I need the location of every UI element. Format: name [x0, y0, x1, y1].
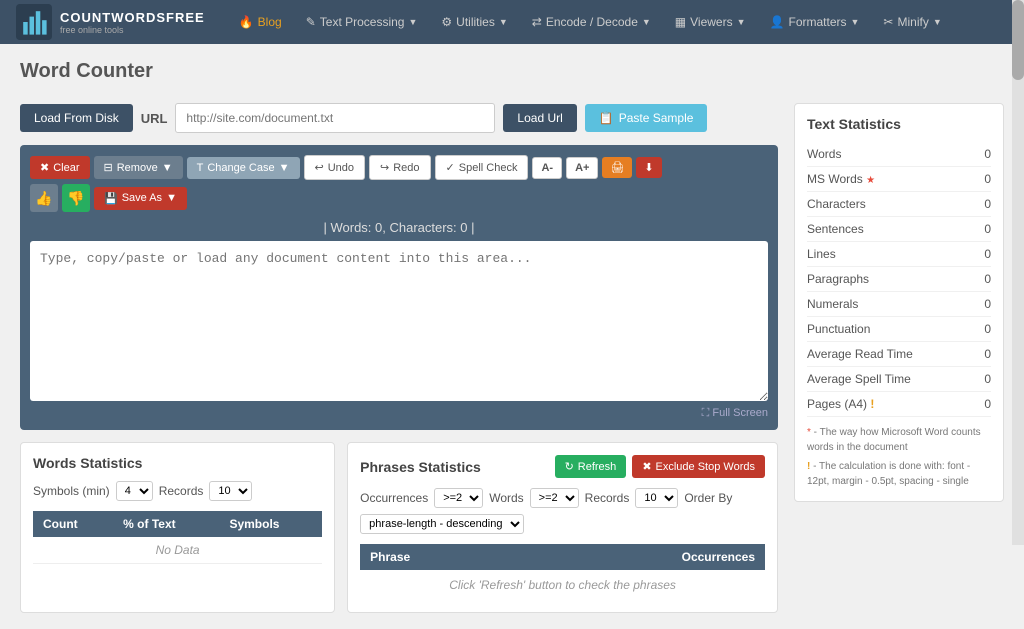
- stat-punctuation: Punctuation 0: [807, 317, 991, 342]
- main-left: Load From Disk URL Load Url 📋 Paste Samp…: [20, 103, 778, 613]
- nav-viewers[interactable]: ▦ Viewers ▼: [665, 9, 756, 35]
- phrases-buttons: ↻ Refresh ✖ Exclude Stop Words: [555, 455, 765, 478]
- col-count: Count: [33, 511, 113, 537]
- nav-minify[interactable]: ✂ Minify ▼: [873, 9, 951, 35]
- col-pct: % of Text: [113, 511, 219, 537]
- exclude-stop-words-button[interactable]: ✖ Exclude Stop Words: [632, 455, 765, 478]
- load-from-disk-button[interactable]: Load From Disk: [20, 104, 133, 132]
- sidebar-notes: * - The way how Microsoft Word counts wo…: [807, 425, 991, 489]
- col-occurrences: Occurrences: [519, 544, 765, 570]
- remove-button[interactable]: ⊟ Remove ▼: [94, 156, 183, 179]
- stat-numerals: Numerals 0: [807, 292, 991, 317]
- phrases-statistics-panel: Phrases Statistics ↻ Refresh ✖ Exclude S…: [347, 442, 778, 613]
- nav-links: 🔥 Blog ✎ Text Processing ▼ ⚙ Utilities ▼…: [229, 9, 1008, 35]
- phrases-no-data-row: Click 'Refresh' button to check the phra…: [360, 570, 765, 600]
- undo-button[interactable]: ↩ Undo: [304, 155, 366, 180]
- col-symbols: Symbols: [219, 511, 322, 537]
- brand: COUNTWORDSFREE free online tools: [16, 4, 205, 40]
- sidebar-title: Text Statistics: [807, 116, 991, 132]
- phrases-records-select[interactable]: 1020: [635, 488, 678, 508]
- font-size-increase-button[interactable]: A+: [566, 157, 598, 179]
- brand-logo: [16, 4, 52, 40]
- text-statistics-sidebar: Text Statistics Words 0 MS Words ★ 0 Cha…: [794, 103, 1004, 502]
- col-phrase: Phrase: [360, 544, 518, 570]
- phrases-header: Phrases Statistics ↻ Refresh ✖ Exclude S…: [360, 455, 765, 478]
- scrollbar[interactable]: [1012, 0, 1024, 545]
- nav-utilities[interactable]: ⚙ Utilities ▼: [431, 9, 517, 35]
- clear-button[interactable]: ✖ Clear: [30, 156, 90, 179]
- brand-name: COUNTWORDSFREE: [60, 10, 205, 25]
- redo-button[interactable]: ↪ Redo: [369, 155, 431, 180]
- toolbar-right: 👍 👎 💾 Save As ▼: [30, 184, 187, 212]
- words-stats-controls: Symbols (min) 4235 Records 102050: [33, 481, 322, 501]
- url-label: URL: [141, 111, 168, 126]
- editor-textarea[interactable]: [30, 241, 768, 401]
- stat-characters: Characters 0: [807, 192, 991, 217]
- scrollbar-thumb[interactable]: [1012, 0, 1024, 80]
- nav-encode-decode[interactable]: ⇄ Encode / Decode ▼: [522, 9, 661, 35]
- symbols-min-select[interactable]: 4235: [116, 481, 153, 501]
- stat-pages-a4: Pages (A4) ! 0: [807, 392, 991, 417]
- stat-words: Words 0: [807, 142, 991, 167]
- words-statistics-panel: Words Statistics Symbols (min) 4235 Reco…: [20, 442, 335, 613]
- stat-paragraphs: Paragraphs 0: [807, 267, 991, 292]
- page-title: Word Counter: [20, 60, 1004, 83]
- page-content: Word Counter Load From Disk URL Load Url…: [0, 44, 1024, 629]
- nav-formatters[interactable]: 👤 Formatters ▼: [760, 9, 870, 35]
- stat-ms-words: MS Words ★ 0: [807, 167, 991, 192]
- paste-sample-button[interactable]: 📋 Paste Sample: [585, 104, 708, 132]
- stat-lines: Lines 0: [807, 242, 991, 267]
- nav-blog[interactable]: 🔥 Blog: [229, 9, 292, 35]
- editor-toolbar: ✖ Clear ⊟ Remove ▼ T Change Case ▼ ↩ Und…: [30, 155, 768, 212]
- fullscreen-link: ⛶ Full Screen: [30, 407, 768, 420]
- occurrences-select[interactable]: >=2>=3>=5: [434, 488, 483, 508]
- bottom-panels: Words Statistics Symbols (min) 4235 Reco…: [20, 442, 778, 613]
- phrases-controls: Occurrences >=2>=3>=5 Words >=2>=3 Recor…: [360, 488, 765, 534]
- fullscreen-button[interactable]: ⛶ Full Screen: [702, 407, 768, 420]
- records-select[interactable]: 102050: [209, 481, 252, 501]
- load-url-button[interactable]: Load Url: [503, 104, 576, 132]
- words-stats-table: Count % of Text Symbols No Data: [33, 511, 322, 564]
- stat-sentences: Sentences 0: [807, 217, 991, 242]
- feedback-button[interactable]: 👍: [30, 184, 58, 212]
- main-layout: Load From Disk URL Load Url 📋 Paste Samp…: [20, 103, 1004, 613]
- editor-container: ⛶ Full Screen: [30, 241, 768, 420]
- navbar: COUNTWORDSFREE free online tools 🔥 Blog …: [0, 0, 1024, 44]
- words-stats-title: Words Statistics: [33, 455, 322, 471]
- nav-text-processing[interactable]: ✎ Text Processing ▼: [296, 9, 428, 35]
- editor-panel: ✖ Clear ⊟ Remove ▼ T Change Case ▼ ↩ Und…: [20, 145, 778, 430]
- url-row: Load From Disk URL Load Url 📋 Paste Samp…: [20, 103, 778, 133]
- brand-sub: free online tools: [60, 25, 205, 35]
- words-no-data-row: No Data: [33, 537, 322, 564]
- font-size-decrease-button[interactable]: A-: [532, 157, 562, 179]
- download-button[interactable]: ⬇: [636, 157, 661, 178]
- stat-avg-read-time: Average Read Time 0: [807, 342, 991, 367]
- thumbsdown-button[interactable]: 👎: [62, 184, 90, 212]
- spell-check-button[interactable]: ✓ Spell Check: [435, 155, 529, 180]
- stat-avg-spell-time: Average Spell Time 0: [807, 367, 991, 392]
- words-select[interactable]: >=2>=3: [530, 488, 579, 508]
- order-by-select[interactable]: phrase-length - descending occurrences -…: [360, 514, 524, 534]
- refresh-button[interactable]: ↻ Refresh: [555, 455, 627, 478]
- print-button[interactable]: 🖨: [602, 157, 632, 178]
- word-char-count: | Words: 0, Characters: 0 |: [30, 220, 768, 235]
- phrases-table: Phrase Occurrences Click 'Refresh' butto…: [360, 544, 765, 600]
- save-as-button[interactable]: 💾 Save As ▼: [94, 187, 187, 210]
- url-input[interactable]: [175, 103, 495, 133]
- change-case-button[interactable]: T Change Case ▼: [187, 157, 300, 179]
- phrases-stats-title: Phrases Statistics: [360, 459, 481, 475]
